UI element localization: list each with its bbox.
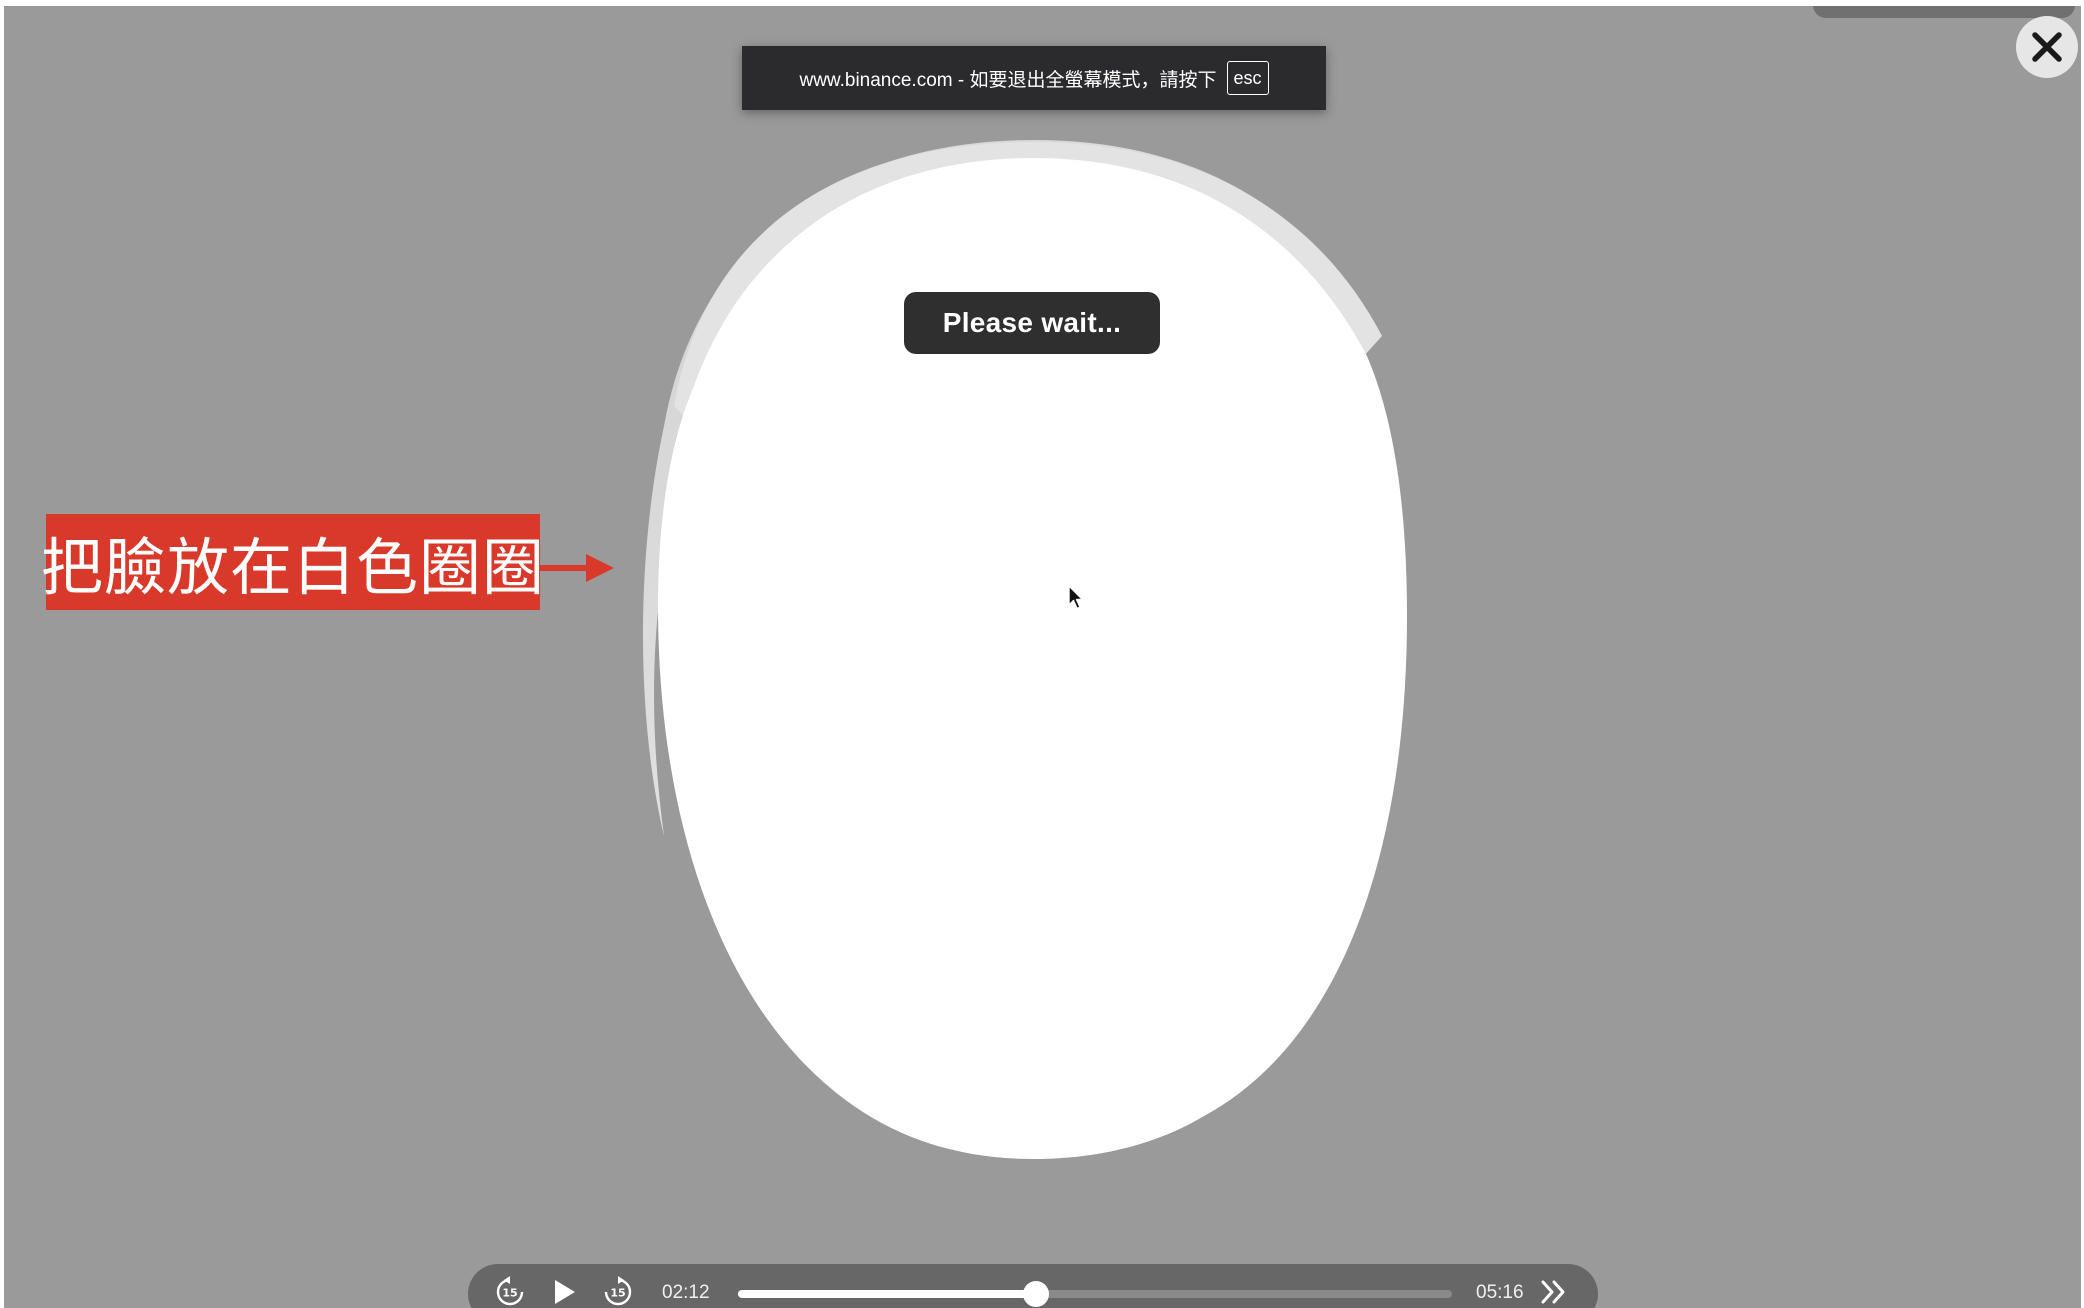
current-time: 02:12 <box>662 1282 710 1303</box>
play-button[interactable] <box>544 1272 584 1308</box>
rewind-15-button[interactable]: 15 <box>490 1272 530 1308</box>
total-time: 05:16 <box>1476 1282 1524 1303</box>
seek-bar-progress <box>738 1290 1037 1298</box>
play-icon <box>555 1280 575 1304</box>
close-icon <box>2032 32 2062 62</box>
forward-15-button[interactable]: 15 <box>598 1272 638 1308</box>
skip-forward-button[interactable] <box>1534 1272 1574 1308</box>
video-player-bar: 15 15 02:12 05:16 <box>468 1264 1598 1308</box>
rewind-15-icon: 15 <box>496 1276 524 1306</box>
fullscreen-notice-text: www.binance.com - 如要退出全螢幕模式，請按下 <box>799 69 1217 91</box>
status-toast: Please wait... <box>904 292 1160 354</box>
arrow-right-icon <box>540 554 614 582</box>
svg-text:15: 15 <box>502 1287 517 1300</box>
esc-key-hint: esc <box>1226 61 1269 95</box>
fullscreen-notice-banner: www.binance.com - 如要退出全螢幕模式，請按下 esc <box>742 46 1326 110</box>
svg-text:15: 15 <box>610 1287 625 1300</box>
double-chevron-right-icon <box>1541 1280 1565 1304</box>
face-guide-oval <box>642 140 1407 1159</box>
forward-15-icon: 15 <box>604 1276 632 1306</box>
seek-bar[interactable] <box>738 1281 1452 1307</box>
face-capture-screen: www.binance.com - 如要退出全螢幕模式，請按下 esc Plea… <box>4 6 2081 1308</box>
mouse-cursor-icon <box>1068 585 1084 610</box>
close-button[interactable] <box>2016 16 2078 78</box>
seek-bar-handle[interactable] <box>1023 1281 1050 1307</box>
instruction-annotation-label: 把臉放在白色圈圈 <box>41 514 544 610</box>
